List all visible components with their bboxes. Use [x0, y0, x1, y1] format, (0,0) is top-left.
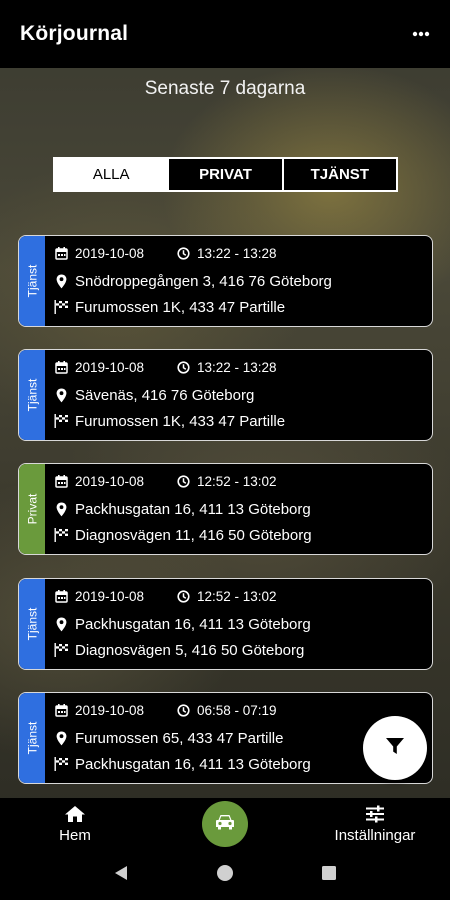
trip-from-address: Packhusgatan 16, 411 13 Göteborg: [75, 615, 311, 633]
trip-date: 2019-10-08: [75, 473, 145, 489]
calendar-icon: [53, 588, 69, 604]
filter-private-tab[interactable]: PRIVAT: [167, 159, 282, 190]
location-pin-icon: [53, 387, 69, 403]
nav-home[interactable]: Hem: [0, 805, 150, 844]
app-title: Körjournal: [20, 22, 129, 45]
trip-from-address: Snödroppegången 3, 416 76 Göteborg: [75, 272, 332, 290]
location-pin-icon: [53, 273, 69, 289]
location-pin-icon: [53, 501, 69, 517]
recents-square-icon[interactable]: [321, 865, 337, 886]
trip-from-address: Furumossen 65, 433 47 Partille: [75, 729, 284, 747]
checkered-flag-icon: [53, 413, 69, 429]
trip-to-address: Diagnosvägen 11, 416 50 Göteborg: [75, 526, 312, 544]
more-vert-icon[interactable]: [410, 23, 432, 45]
trip-date: 2019-10-08: [75, 245, 145, 261]
sliders-icon: [365, 805, 385, 827]
calendar-icon: [53, 702, 69, 718]
trip-type-label: Tjänst: [25, 264, 39, 298]
calendar-icon: [53, 473, 69, 489]
trip-type-label: Tjänst: [25, 607, 39, 641]
bottom-navigation: Hem Inställningar: [0, 798, 450, 850]
trip-to-address: Packhusgatan 16, 411 13 Göteborg: [75, 755, 311, 773]
trip-type-tag: Tjänst: [19, 350, 45, 440]
app-bar: Körjournal: [0, 0, 450, 68]
trip-time: 13:22 - 13:28: [197, 359, 277, 375]
trip-to-address: Furumossen 1K, 433 47 Partille: [75, 298, 286, 316]
checkered-flag-icon: [53, 299, 69, 315]
checkered-flag-icon: [53, 756, 69, 772]
nav-settings[interactable]: Inställningar: [300, 805, 450, 844]
trip-from-address: Sävenäs, 416 76 Göteborg: [75, 386, 255, 404]
clock-icon: [175, 359, 191, 375]
home-circle-icon[interactable]: [216, 864, 234, 887]
trip-type-tag: Tjänst: [19, 693, 45, 783]
filter-business-tab[interactable]: TJÄNST: [281, 159, 396, 190]
trip-type-tag: Privat: [19, 464, 45, 554]
clock-icon: [175, 473, 191, 489]
trip-to-address: Furumossen 1K, 433 47 Partille: [75, 412, 286, 430]
car-icon: [214, 813, 236, 836]
trip-time: 13:22 - 13:28: [197, 245, 277, 261]
nav-home-label: Hem: [59, 826, 91, 844]
clock-icon: [175, 245, 191, 261]
trip-time: 06:58 - 07:19: [197, 702, 277, 718]
trip-type-label: Tjänst: [25, 721, 39, 755]
trip-time: 12:52 - 13:02: [197, 588, 277, 604]
trip-date: 2019-10-08: [75, 702, 145, 718]
trip-card[interactable]: Tjänst 2019-10-08 13:22 - 13:28 Sävenäs,…: [18, 349, 433, 441]
trip-card[interactable]: Tjänst 2019-10-08 13:22 - 13:28 Snödropp…: [18, 235, 433, 327]
trip-date: 2019-10-08: [75, 359, 145, 375]
trip-card[interactable]: Privat 2019-10-08 12:52 - 13:02 Packhusg…: [18, 463, 433, 555]
checkered-flag-icon: [53, 527, 69, 543]
trip-time: 12:52 - 13:02: [197, 473, 277, 489]
calendar-icon: [53, 359, 69, 375]
clock-icon: [175, 588, 191, 604]
checkered-flag-icon: [53, 642, 69, 658]
trip-from-address: Packhusgatan 16, 411 13 Göteborg: [75, 500, 311, 518]
nav-trips-button[interactable]: [202, 801, 248, 847]
trip-type-label: Tjänst: [25, 378, 39, 412]
trip-to-address: Diagnosvägen 5, 416 50 Göteborg: [75, 641, 305, 659]
trip-type-tag: Tjänst: [19, 579, 45, 669]
trip-card[interactable]: Tjänst 2019-10-08 12:52 - 13:02 Packhusg…: [18, 578, 433, 670]
trip-type-filter: ALLA PRIVAT TJÄNST: [53, 157, 398, 192]
trip-date: 2019-10-08: [75, 588, 145, 604]
location-pin-icon: [53, 616, 69, 632]
location-pin-icon: [53, 730, 69, 746]
nav-settings-label: Inställningar: [334, 826, 416, 844]
calendar-icon: [53, 245, 69, 261]
trip-type-label: Privat: [25, 493, 39, 525]
filter-icon: [385, 736, 405, 761]
filter-all-tab[interactable]: ALLA: [55, 159, 168, 190]
home-icon: [64, 805, 86, 827]
clock-icon: [175, 702, 191, 718]
back-icon[interactable]: [113, 865, 129, 886]
filter-button[interactable]: [363, 716, 427, 780]
trip-type-tag: Tjänst: [19, 236, 45, 326]
period-title: Senaste 7 dagarna: [144, 78, 306, 99]
system-navigation-bar: [0, 850, 450, 900]
